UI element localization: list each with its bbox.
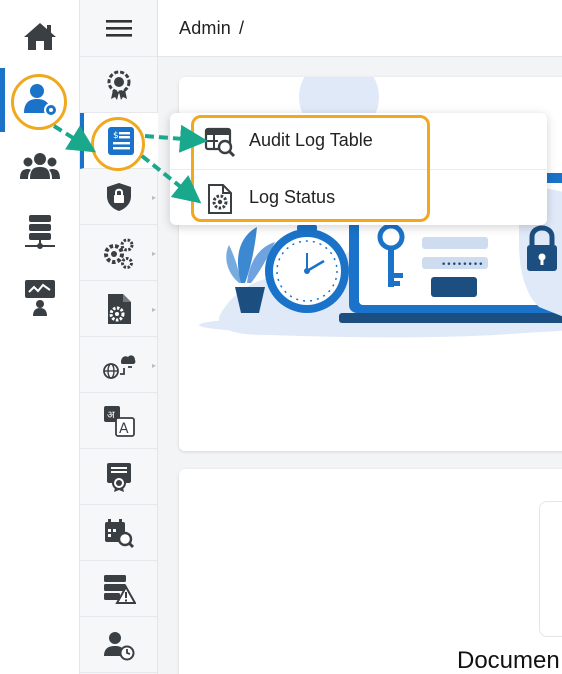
card-title: Documen [457, 647, 560, 674]
top-header: Admin / [158, 0, 562, 57]
subnav-item-scheduler[interactable] [80, 505, 158, 561]
calendar-search-icon [105, 518, 135, 548]
rail-item-admin[interactable] [0, 74, 80, 126]
subnav-item-server-alerts[interactable] [80, 561, 158, 617]
menu-item-label: Audit Log Table [249, 130, 373, 150]
breadcrumb-admin[interactable]: Admin [179, 18, 231, 38]
document-preview [539, 501, 562, 637]
secondary-nav: $ ▸ ▸ ▸ ▸ अ A [80, 0, 158, 674]
caret-icon: ▸ [152, 361, 157, 370]
settings-badge-icon [107, 70, 131, 100]
presentation-user-icon [25, 280, 55, 316]
breadcrumb-separator: / [239, 18, 245, 38]
translate-icon: अ A [104, 405, 135, 437]
subnav-item-file-settings[interactable]: ▸ [80, 281, 158, 337]
rail-item-users[interactable] [0, 140, 80, 192]
subnav-item-settings[interactable] [80, 57, 158, 113]
file-gear-icon [208, 184, 232, 214]
file-gear-icon [108, 293, 131, 324]
globe-cloud-icon [103, 354, 136, 379]
database-icon [25, 215, 55, 249]
subnav-item-language[interactable]: अ A [80, 393, 158, 449]
server-warning-icon [104, 574, 136, 604]
svg-text:$: $ [113, 131, 119, 141]
subnav-item-user-history[interactable] [80, 617, 158, 673]
svg-text:••••••••: •••••••• [441, 260, 483, 270]
caret-icon: ▸ [152, 193, 157, 202]
caret-icon: ▸ [152, 249, 157, 258]
gears-icon [104, 238, 134, 269]
caret-icon: ▸ [152, 305, 157, 314]
menu-item-log-status[interactable]: Log Status [170, 169, 547, 225]
shield-lock-icon [107, 182, 131, 211]
users-group-icon [20, 153, 60, 179]
subnav-item-configurations[interactable]: ▸ [80, 225, 158, 281]
rail-item-database[interactable] [0, 206, 80, 258]
admin-user-icon [24, 84, 58, 117]
home-icon [24, 23, 56, 50]
subnav-item-audit-log[interactable]: $ [80, 113, 158, 169]
certificate-icon [107, 462, 131, 492]
documentation-card: Documen [179, 469, 562, 674]
hamburger-menu-button[interactable] [80, 0, 158, 57]
table-search-icon [204, 127, 236, 158]
subnav-item-cloud[interactable]: ▸ [80, 337, 158, 393]
svg-text:अ: अ [107, 410, 115, 421]
subnav-item-security[interactable]: ▸ [80, 169, 158, 225]
audit-log-icon: $ [108, 126, 134, 155]
subnav-item-certificate[interactable] [80, 449, 158, 505]
svg-text:A: A [119, 421, 129, 437]
rail-item-presentation[interactable] [0, 272, 80, 324]
menu-item-audit-log-table[interactable]: Audit Log Table [170, 113, 547, 169]
user-history-icon [104, 631, 135, 660]
menu-item-label: Log Status [249, 187, 336, 207]
primary-rail [0, 0, 80, 674]
hamburger-icon [106, 20, 132, 37]
breadcrumb: Admin / [179, 18, 244, 39]
audit-log-submenu: Audit Log Table Log Status [170, 113, 547, 225]
rail-item-home[interactable] [0, 10, 80, 62]
